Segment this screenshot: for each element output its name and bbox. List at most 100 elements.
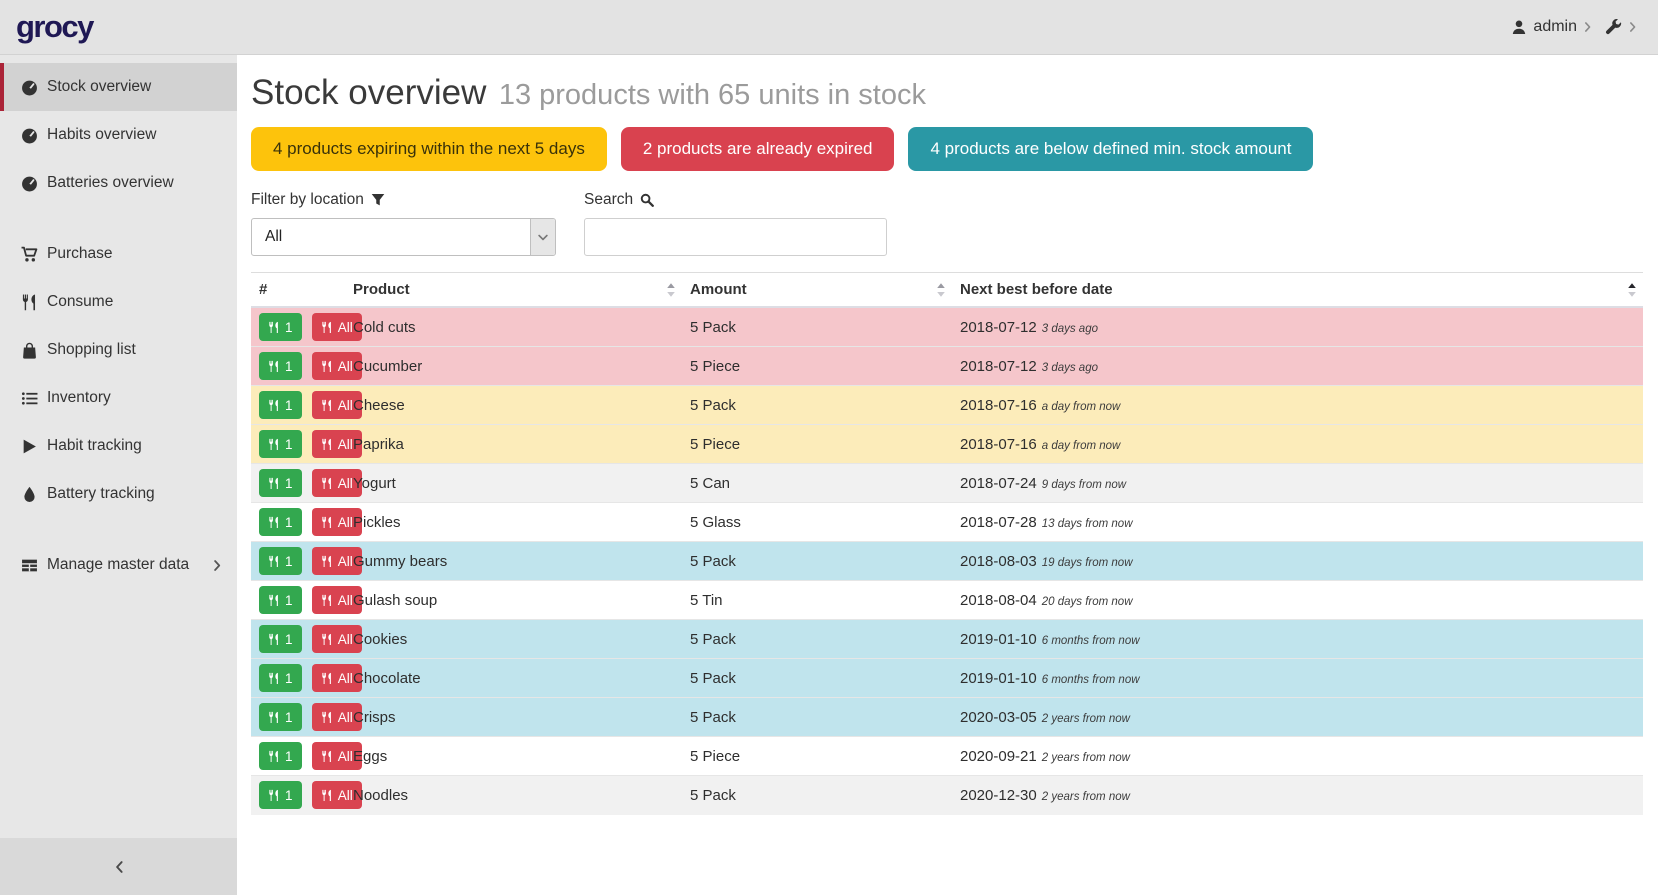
utensils-icon: [321, 594, 333, 607]
sidebar-item-purchase[interactable]: Purchase: [0, 230, 237, 278]
consume-one-button[interactable]: 1: [259, 586, 302, 614]
sidebar-item-shopping-list[interactable]: Shopping list: [0, 326, 237, 374]
utensils-icon: [321, 633, 333, 646]
utensils-icon: [321, 789, 333, 802]
consume-one-label: 1: [285, 749, 293, 764]
row-actions-cell: 1 All: [251, 542, 345, 581]
product-cell: Crisps: [345, 698, 682, 737]
sidebar-item-label: Habit tracking: [47, 437, 142, 455]
consume-one-button[interactable]: 1: [259, 664, 302, 692]
amount-cell: 5 Pack: [682, 307, 952, 347]
settings-menu[interactable]: [1605, 19, 1638, 36]
sidebar-item-habit-tracking[interactable]: Habit tracking: [0, 422, 237, 470]
date-value: 2018-08-04: [960, 592, 1037, 609]
select-dropdown-button[interactable]: [530, 219, 555, 255]
consume-one-button[interactable]: 1: [259, 703, 302, 731]
sidebar-item-batteries-overview[interactable]: Batteries overview: [0, 159, 237, 207]
row-actions-cell: 1 All: [251, 307, 345, 347]
utensils-icon: [321, 516, 333, 529]
sidebar-item-habits-overview[interactable]: Habits overview: [0, 111, 237, 159]
consume-all-label: All: [338, 671, 353, 686]
gauge-icon: [21, 79, 38, 96]
sidebar-item-inventory[interactable]: Inventory: [0, 374, 237, 422]
table-row: 1 All Cold cuts 5 Pack 2018-07-123 days …: [251, 307, 1643, 347]
consume-one-button[interactable]: 1: [259, 547, 302, 575]
consume-one-button[interactable]: 1: [259, 781, 302, 809]
date-value: 2018-07-12: [960, 358, 1037, 375]
stock-table-body: 1 All Cold cuts 5 Pack 2018-07-123 days …: [251, 307, 1643, 815]
consume-one-button[interactable]: 1: [259, 352, 302, 380]
table-row: 1 All Yogurt 5 Can 2018-07-249 days from…: [251, 464, 1643, 503]
row-actions-cell: 1 All: [251, 503, 345, 542]
consume-all-label: All: [338, 788, 353, 803]
sidebar-item-label: Habits overview: [47, 126, 156, 144]
consume-all-label: All: [338, 476, 353, 491]
column-header-number: #: [251, 273, 345, 308]
user-menu[interactable]: admin: [1511, 18, 1593, 36]
sort-icon: [934, 281, 948, 299]
amount-cell: 5 Pack: [682, 659, 952, 698]
amount-cell: 5 Pack: [682, 620, 952, 659]
date-relative: 2 years from now: [1042, 713, 1130, 725]
utensils-icon: [268, 633, 280, 646]
sidebar-item-stock-overview[interactable]: Stock overview: [0, 63, 237, 111]
sidebar-collapse-button[interactable]: [0, 838, 237, 895]
table-row: 1 All Crisps 5 Pack 2020-03-052 years fr…: [251, 698, 1643, 737]
consume-one-button[interactable]: 1: [259, 625, 302, 653]
row-actions-cell: 1 All: [251, 620, 345, 659]
date-value: 2018-07-12: [960, 319, 1037, 336]
sidebar-nav: Stock overview Habits overview Batteries…: [0, 55, 237, 589]
utensils-icon: [268, 555, 280, 568]
date-relative: 13 days from now: [1042, 518, 1133, 530]
amount-cell: 5 Can: [682, 464, 952, 503]
column-header-best-before[interactable]: Next best before date: [952, 273, 1643, 308]
user-icon: [1511, 19, 1527, 35]
date-value: 2020-03-05: [960, 709, 1037, 726]
below-min-stock-badge[interactable]: 4 products are below defined min. stock …: [908, 127, 1313, 171]
product-cell: Eggs: [345, 737, 682, 776]
consume-one-button[interactable]: 1: [259, 313, 302, 341]
column-header-amount[interactable]: Amount: [682, 273, 952, 308]
expired-products-badge[interactable]: 2 products are already expired: [621, 127, 895, 171]
consume-one-button[interactable]: 1: [259, 430, 302, 458]
sidebar-item-battery-tracking[interactable]: Battery tracking: [0, 470, 237, 518]
utensils-icon: [321, 399, 333, 412]
location-select[interactable]: All: [251, 218, 556, 256]
page-subtitle: 13 products with 65 units in stock: [499, 79, 926, 111]
amount-cell: 5 Piece: [682, 425, 952, 464]
location-filter-label-text: Filter by location: [251, 191, 364, 209]
consume-all-label: All: [338, 749, 353, 764]
utensils-icon: [268, 711, 280, 724]
table-row: 1 All Cheese 5 Pack 2018-07-16a day from…: [251, 386, 1643, 425]
product-cell: Gulash soup: [345, 581, 682, 620]
date-relative: 6 months from now: [1042, 635, 1140, 647]
utensils-icon: [321, 750, 333, 763]
chevron-right-icon: [1628, 21, 1638, 33]
consume-one-label: 1: [285, 398, 293, 413]
consume-one-button[interactable]: 1: [259, 508, 302, 536]
user-name: admin: [1533, 18, 1577, 36]
consume-all-label: All: [338, 398, 353, 413]
date-value: 2018-07-24: [960, 475, 1037, 492]
main-content: Stock overview 13 products with 65 units…: [237, 55, 1658, 895]
list-icon: [21, 390, 38, 407]
expiring-products-badge[interactable]: 4 products expiring within the next 5 da…: [251, 127, 607, 171]
sidebar-item-label: Stock overview: [47, 78, 151, 96]
utensils-icon: [268, 594, 280, 607]
play-icon: [21, 438, 38, 455]
chevron-right-icon: [1583, 21, 1593, 33]
search-input[interactable]: [584, 218, 887, 256]
sidebar-item-consume[interactable]: Consume: [0, 278, 237, 326]
table-row: 1 All Gummy bears 5 Pack 2018-08-0319 da…: [251, 542, 1643, 581]
consume-one-button[interactable]: 1: [259, 391, 302, 419]
consume-all-label: All: [338, 359, 353, 374]
search-label: Search: [584, 191, 887, 209]
page-head: Stock overview 13 products with 65 units…: [251, 73, 1643, 113]
consume-one-button[interactable]: 1: [259, 742, 302, 770]
column-header-product[interactable]: Product: [345, 273, 682, 308]
product-cell: Gummy bears: [345, 542, 682, 581]
consume-one-button[interactable]: 1: [259, 469, 302, 497]
consume-all-label: All: [338, 710, 353, 725]
row-actions-cell: 1 All: [251, 581, 345, 620]
sidebar-item-manage-master-data[interactable]: Manage master data: [0, 541, 237, 589]
